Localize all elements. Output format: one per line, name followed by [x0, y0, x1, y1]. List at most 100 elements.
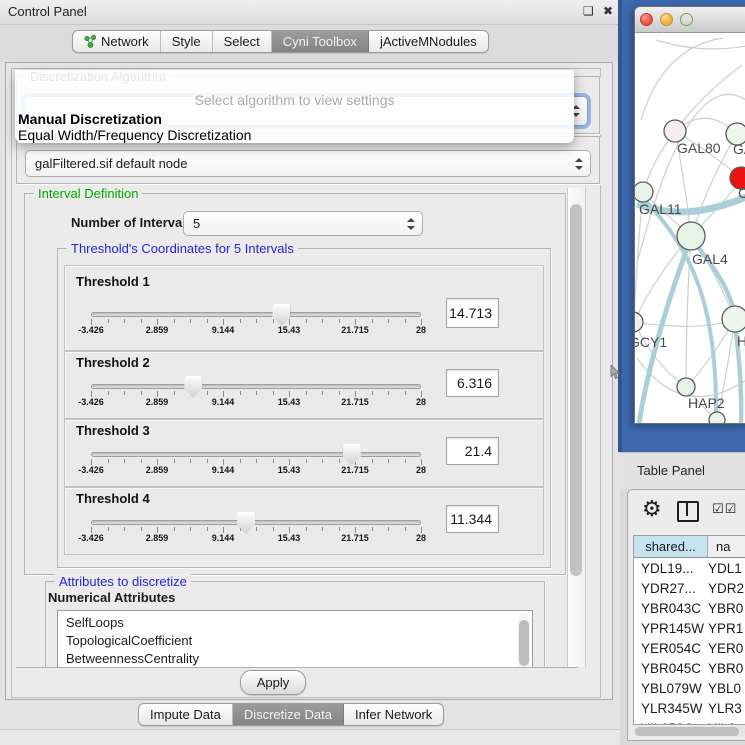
network-node[interactable] [635, 312, 643, 332]
table-row[interactable]: YLR345WYLR3 [634, 698, 745, 718]
list-item[interactable]: BetweennessCentrality [58, 650, 532, 668]
network-graph: GAL80 GA C GAL11 GAL4 GCY1 H HAP2 [635, 33, 745, 423]
threshold-value-field[interactable]: 14.713 [446, 298, 499, 328]
tick-label: 21.715 [341, 325, 369, 335]
thresholds-group: Threshold's Coordinates for 5 Intervals … [57, 248, 551, 568]
network-node-label[interactable]: GA [733, 141, 745, 157]
network-node[interactable] [709, 412, 725, 423]
slider-track[interactable] [91, 312, 421, 317]
main-scrollbar-thumb[interactable] [570, 204, 582, 576]
slider-tick-labels: -3.4262.8599.14415.4321.71528 [91, 397, 421, 409]
threshold-value-field[interactable]: 21.4 [446, 437, 499, 465]
table-row[interactable]: YBL079WYBL0 [634, 678, 745, 698]
network-node[interactable] [722, 306, 745, 332]
cell-shared-name: YPR145W [634, 621, 708, 636]
list-item[interactable]: TopologicalCoefficient [58, 632, 532, 650]
network-node-label[interactable]: C [738, 185, 745, 201]
tick-mark [405, 391, 406, 395]
table-row[interactable]: YIL052CYIL0 [634, 718, 745, 725]
tick-label: 9.144 [212, 325, 235, 335]
tick-mark [256, 319, 257, 323]
tick-mark [306, 319, 307, 323]
tab-network[interactable]: Network [73, 31, 161, 52]
network-node-label[interactable]: H [737, 333, 745, 349]
table-row[interactable]: YDL19...YDL1 [634, 558, 745, 578]
list-item[interactable]: SelfLoops [58, 611, 532, 632]
tick-mark [256, 527, 257, 531]
dropdown-item-equal-width[interactable]: Equal Width/Frequency Discretization [18, 127, 251, 143]
minimize-traffic-light-icon[interactable] [660, 13, 673, 26]
table-hscrollbar[interactable] [633, 726, 745, 737]
threshold-value-field[interactable]: 11.344 [446, 505, 499, 533]
table-panel-title: Table Panel [637, 463, 705, 478]
table-row[interactable]: YBR043CYBR0 [634, 598, 745, 618]
tick-label: 9.144 [212, 465, 235, 475]
tick-mark [207, 319, 208, 323]
tab-select[interactable]: Select [213, 31, 272, 52]
table-row[interactable]: YPR145WYPR1 [634, 618, 745, 638]
tick-label: 9.144 [212, 397, 235, 407]
tab-impute-data[interactable]: Impute Data [139, 704, 233, 725]
tick-mark [405, 527, 406, 531]
control-panel-titlebar: Control Panel ❑ ✖ [0, 0, 620, 25]
tab-infer-network[interactable]: Infer Network [344, 704, 443, 725]
column-header-shared[interactable]: shared... [634, 536, 708, 557]
main-scrollbar[interactable] [567, 188, 586, 667]
tick-label: -3.426 [78, 465, 104, 475]
list-scrollbar-thumb[interactable] [519, 620, 529, 666]
float-window-icon[interactable]: ❑ [583, 4, 594, 18]
table-row[interactable]: YBR045CYBR0 [634, 658, 745, 678]
close-icon[interactable]: ✖ [603, 4, 613, 18]
tick-mark [190, 459, 191, 463]
numerical-attributes-list[interactable]: SelfLoopsTopologicalCoefficientBetweenne… [57, 610, 533, 668]
threshold-value-field[interactable]: 6.316 [446, 369, 499, 397]
gear-icon[interactable]: ⚙ [642, 496, 662, 522]
network-canvas[interactable]: GAL80 GA C GAL11 GAL4 GCY1 H HAP2 [635, 33, 745, 423]
tick-label: 28 [416, 397, 426, 407]
dropdown-prompt: Select algorithm to view settings [15, 92, 574, 108]
network-node[interactable] [664, 120, 686, 142]
tick-label: 2.859 [146, 325, 169, 335]
num-intervals-combobox[interactable]: 5 [183, 211, 423, 236]
network-node[interactable] [635, 182, 653, 202]
apply-button[interactable]: Apply [240, 670, 306, 695]
network-node-label[interactable]: GAL4 [692, 251, 728, 267]
column-layout-icon[interactable] [677, 501, 699, 522]
tick-label: -3.426 [78, 325, 104, 335]
tab-jactivemnodules[interactable]: jActiveMNodules [369, 31, 488, 52]
tick-label: 21.715 [341, 465, 369, 475]
slider-track[interactable] [91, 452, 421, 457]
dropdown-item-manual[interactable]: Manual Discretization [18, 111, 162, 127]
table-data-combobox[interactable]: galFiltered.sif default node [25, 150, 591, 177]
slider-track[interactable] [91, 520, 421, 525]
combo-arrows-icon [575, 158, 583, 170]
network-node-label[interactable]: GAL11 [639, 201, 682, 217]
cell-shared-name: YBR045C [634, 661, 708, 676]
mouse-cursor-icon [610, 365, 622, 380]
column-header-name[interactable]: na [708, 536, 745, 557]
tab-discretize-data[interactable]: Discretize Data [233, 704, 344, 725]
select-checkboxes-icon[interactable]: ☑☑ [712, 501, 737, 517]
network-view-window[interactable]: GAL80 GA C GAL11 GAL4 GCY1 H HAP2 [634, 6, 745, 424]
table-hscrollbar-thumb[interactable] [635, 727, 739, 736]
combo-arrows-icon [407, 218, 415, 230]
close-traffic-light-icon[interactable] [640, 13, 653, 26]
network-window-titlebar[interactable] [635, 7, 745, 33]
tick-mark [141, 459, 142, 463]
network-node-label[interactable]: GCY1 [635, 334, 667, 350]
network-node-label[interactable]: GAL80 [677, 140, 721, 156]
node-table[interactable]: shared... na YDL19...YDL1YDR27...YDR2YBR… [633, 535, 745, 725]
slider-track[interactable] [91, 384, 421, 389]
tick-mark [322, 391, 323, 395]
tab-cyni-toolbox[interactable]: Cyni Toolbox [272, 31, 369, 52]
network-node[interactable] [677, 222, 705, 250]
tick-mark [141, 527, 142, 531]
network-node[interactable] [677, 378, 695, 396]
tick-mark [339, 319, 340, 323]
zoom-traffic-light-icon[interactable] [680, 13, 693, 26]
table-row[interactable]: YDR27...YDR2 [634, 578, 745, 598]
list-scrollbar[interactable] [518, 613, 530, 668]
table-row[interactable]: YER054CYER0 [634, 638, 745, 658]
network-node-label[interactable]: HAP2 [688, 395, 725, 411]
tab-style[interactable]: Style [161, 31, 213, 52]
